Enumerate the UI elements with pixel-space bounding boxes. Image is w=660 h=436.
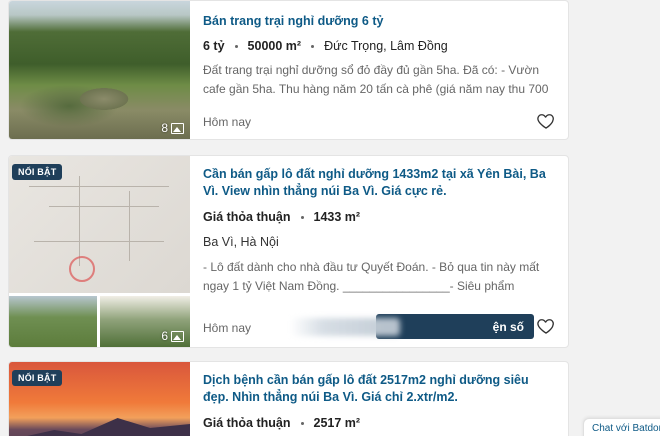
listing-price: 6 tỷ (203, 39, 225, 53)
listing-meta: Giá thỏa thuận 1433 m² (203, 210, 554, 224)
farm-photo (9, 1, 190, 139)
image-icon (171, 330, 184, 342)
listing-location: Đức Trọng, Lâm Đồng (324, 39, 448, 53)
heart-icon[interactable] (536, 111, 556, 131)
featured-badge: NỔI BẬT (12, 370, 63, 386)
listing-title[interactable]: Dịch bệnh cần bán gấp lô đất 2517m2 nghỉ… (203, 372, 554, 406)
posted-date: Hôm nay (203, 115, 252, 129)
land-photo (9, 296, 97, 347)
featured-badge: NỔI BẬT (12, 164, 63, 180)
listing-location: Ba Vì, Hà Nội (203, 235, 279, 249)
listing-description: Đất trang trại nghỉ dưỡng sổ đỏ đầy đủ g… (203, 63, 549, 96)
listing-photo[interactable]: 8 (9, 1, 190, 139)
listing-description: - Lô đất dành cho nhà đầu tư Quyết Đoán.… (203, 260, 540, 293)
separator-dot (300, 215, 304, 219)
separator-dot (311, 44, 315, 48)
listing-title[interactable]: Cần bán gấp lô đất nghỉ dưỡng 1433m2 tại… (203, 166, 554, 200)
listing-meta: 6 tỷ 50000 m² Đức Trọng, Lâm Đồng (203, 39, 554, 53)
image-count-value: 6 (161, 329, 168, 343)
listing-price: Giá thỏa thuận (203, 210, 291, 224)
image-count: 8 (161, 121, 184, 135)
image-count: 6 (161, 329, 184, 343)
listing-area: 2517 m² (313, 416, 361, 430)
listing-card[interactable]: NỔI BẬT Dịch bệnh cần bán gấp lô đất 251… (8, 361, 569, 436)
listing-card[interactable]: 8 Bán trang trại nghỉ dưỡng 6 tỷ 6 tỷ 50… (8, 0, 569, 140)
listing-area: 1433 m² (313, 210, 361, 224)
listing-card[interactable]: NỔI BẬT 6 Cần bán gấp lô đất nghỉ dưỡng … (8, 155, 569, 348)
chat-widget[interactable]: Chat với Batdongsan (583, 418, 660, 436)
posted-date: Hôm nay (203, 321, 252, 335)
listing-area: 50000 m² (247, 39, 302, 53)
listing-title[interactable]: Bán trang trại nghỉ dưỡng 6 tỷ (203, 13, 554, 30)
listing-photo[interactable]: 6 (9, 156, 190, 347)
listing-price: Giá thỏa thuận (203, 416, 291, 430)
image-count-value: 8 (161, 121, 168, 135)
image-icon (171, 122, 184, 134)
show-phone-label: ện số (492, 319, 524, 334)
separator-dot (234, 44, 238, 48)
listing-meta: Giá thỏa thuận 2517 m² (203, 416, 554, 430)
separator-dot (300, 421, 304, 425)
heart-icon[interactable] (536, 316, 556, 336)
blurred-phone (290, 318, 400, 336)
